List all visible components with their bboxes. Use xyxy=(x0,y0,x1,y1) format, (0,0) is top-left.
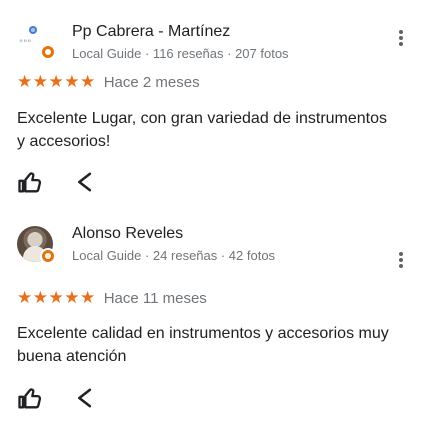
review-date: Hace 11 meses xyxy=(103,290,207,307)
reviewer-avatar[interactable] xyxy=(17,226,56,264)
star-rating: ★★★★★ xyxy=(17,72,96,91)
share-button[interactable] xyxy=(70,168,98,196)
more-options-button[interactable] xyxy=(390,26,410,50)
svg-text:""": """ xyxy=(19,39,31,49)
like-button[interactable] xyxy=(16,168,44,196)
review-rating: ★★★★★ Hace 11 meses xyxy=(17,288,207,308)
local-guide-badge-icon xyxy=(40,44,56,60)
local-guide-badge-icon xyxy=(40,248,56,264)
reviewer-name[interactable]: Pp Cabrera - Martínez xyxy=(72,23,230,41)
more-vert-icon xyxy=(399,252,403,256)
reviewer-meta: Local Guide · 116 reseñas · 207 fotos xyxy=(72,46,289,61)
reviewer-name[interactable]: Alonso Reveles xyxy=(72,225,183,243)
review-text: Excelente calidad en instrumentos y acce… xyxy=(17,325,389,365)
more-options-button[interactable] xyxy=(390,248,410,272)
reviewer-avatar[interactable]: """ xyxy=(17,22,56,60)
more-vert-icon xyxy=(399,30,403,34)
thumb-up-outline-icon xyxy=(18,172,42,193)
thumb-up-outline-icon xyxy=(18,388,42,409)
share-icon xyxy=(78,388,92,408)
review-rating: ★★★★★ Hace 2 meses xyxy=(17,72,200,92)
share-icon xyxy=(78,172,92,192)
star-rating: ★★★★★ xyxy=(17,288,96,307)
reviewer-meta: Local Guide · 24 reseñas · 42 fotos xyxy=(72,248,276,263)
share-button[interactable] xyxy=(70,384,98,412)
review-text: Excelente Lugar, con gran variedad de in… xyxy=(17,110,388,150)
review-date: Hace 2 meses xyxy=(103,74,200,91)
like-button[interactable] xyxy=(16,384,44,412)
